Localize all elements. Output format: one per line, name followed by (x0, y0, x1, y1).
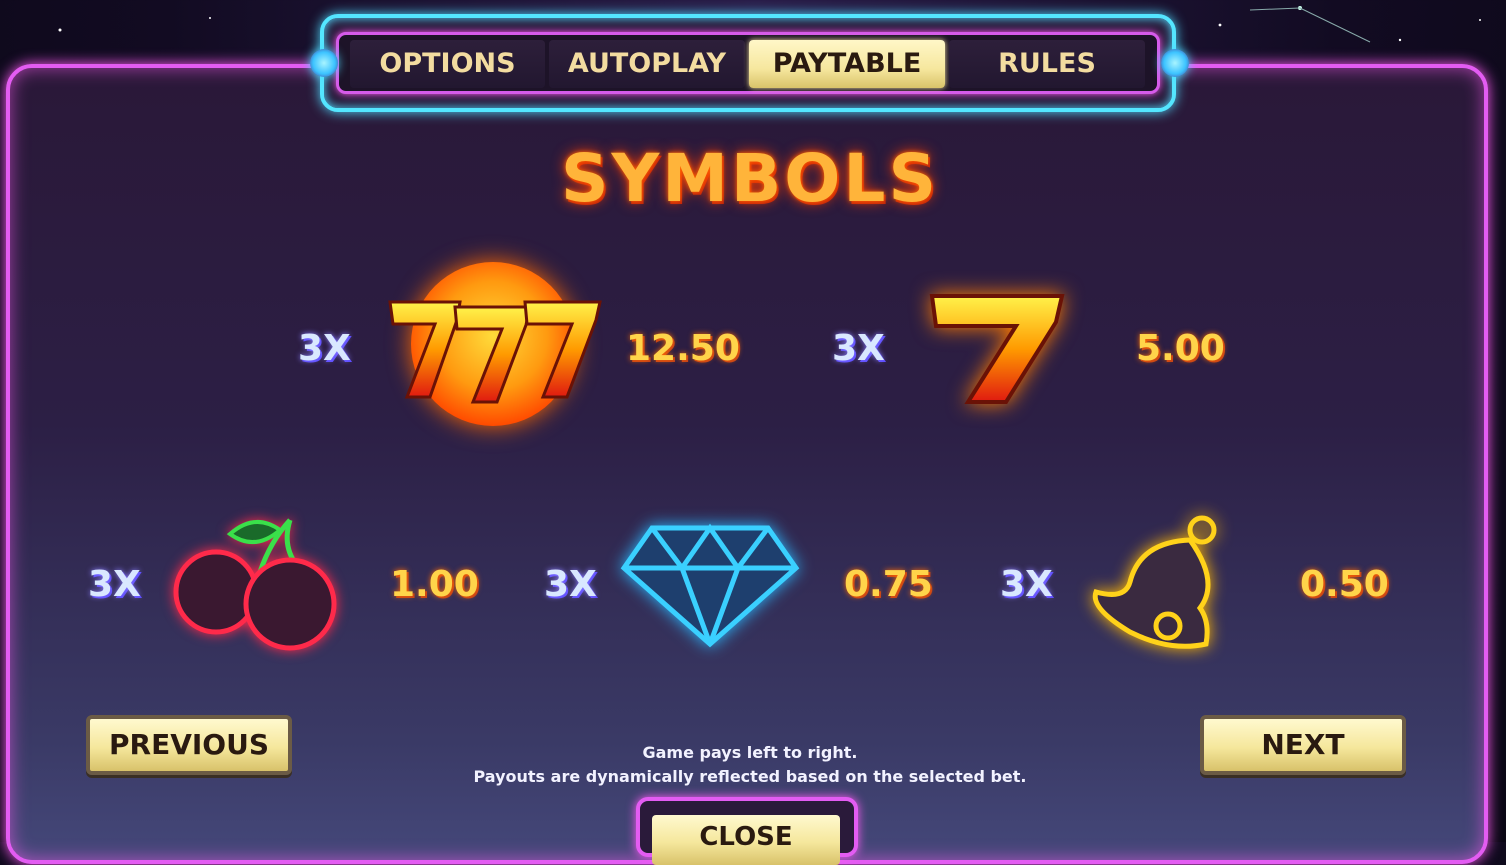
diamond-icon (620, 523, 800, 648)
tab-paytable[interactable]: PAYTABLE (749, 40, 945, 88)
tab-bar-right-gem-icon (1161, 49, 1189, 77)
previous-button[interactable]: PREVIOUS (86, 715, 292, 775)
tab-rules[interactable]: RULES (949, 40, 1145, 88)
tab-options[interactable]: OPTIONS (350, 40, 545, 88)
cherry-icon (173, 518, 337, 651)
payout-value: 0.75 (844, 564, 933, 605)
footer-line-2: Payouts are dynamically reflected based … (473, 767, 1027, 786)
multiplier-label: 3X (298, 328, 351, 369)
footer-line-1: Game pays left to right. (642, 743, 858, 762)
payout-value: 1.00 (390, 564, 479, 605)
tab-bar-left-gem-icon (310, 49, 338, 77)
seven-icon (929, 294, 1065, 404)
multiplier-label: 3X (1000, 564, 1053, 605)
close-button[interactable]: CLOSE (652, 815, 840, 865)
page-title: SYMBOLS (560, 140, 939, 217)
triple-seven-icon (388, 262, 602, 426)
payout-value: 0.50 (1300, 564, 1389, 605)
bell-icon (1092, 515, 1217, 649)
multiplier-label: 3X (832, 328, 885, 369)
tab-autoplay[interactable]: AUTOPLAY (549, 40, 745, 88)
payout-value: 12.50 (626, 328, 740, 369)
payout-value: 5.00 (1136, 328, 1225, 369)
multiplier-label: 3X (88, 564, 141, 605)
close-button-frame: CLOSE (636, 797, 858, 865)
next-button[interactable]: NEXT (1200, 715, 1406, 775)
multiplier-label: 3X (544, 564, 597, 605)
